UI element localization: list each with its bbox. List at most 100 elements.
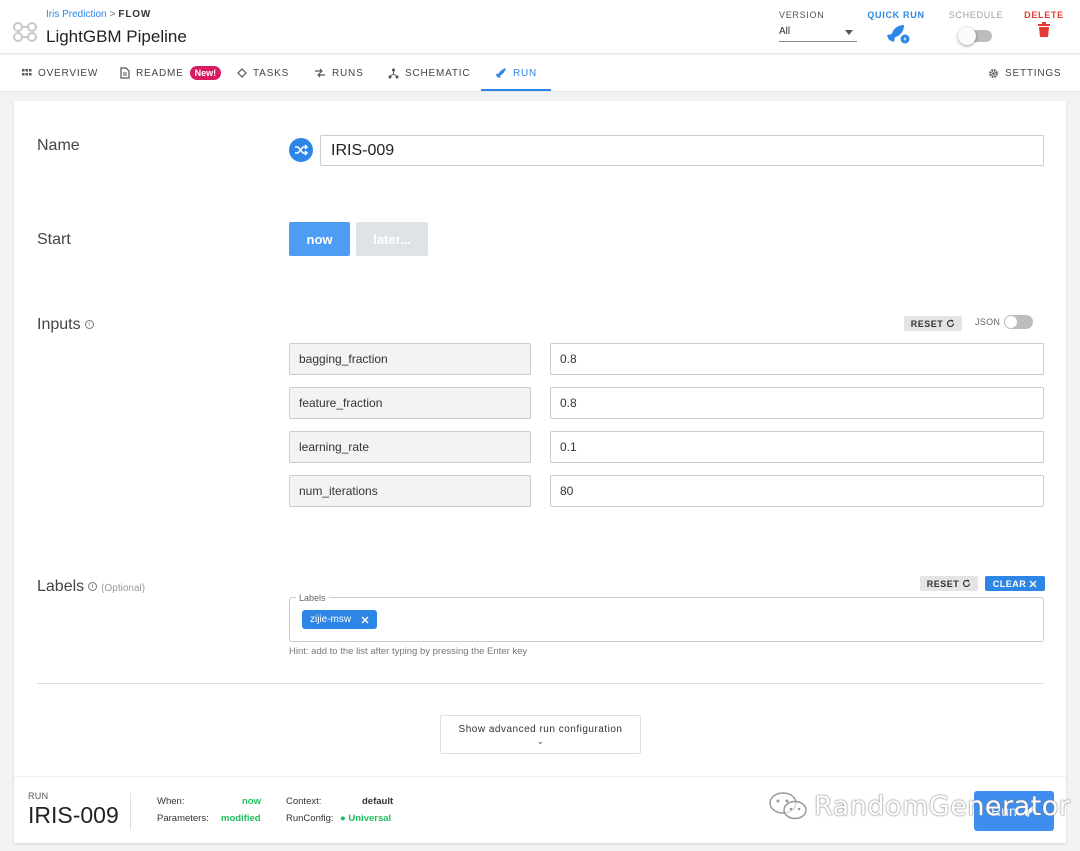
version-selector: VERSION All	[779, 10, 859, 42]
param-key-field: learning_rate	[289, 431, 531, 463]
tab-readme[interactable]: README New!	[120, 55, 222, 91]
tab-tasks[interactable]: TASKS	[237, 55, 289, 91]
tab-label: RUN	[513, 67, 538, 79]
toggle-knob	[958, 27, 976, 45]
reset-label: RESET	[910, 318, 944, 329]
version-label: VERSION	[779, 10, 825, 20]
tab-settings[interactable]: SETTINGS	[988, 55, 1061, 91]
runconfig-text: Universal	[348, 813, 392, 824]
close-icon	[1029, 580, 1037, 587]
inputs-label: Inputs	[37, 316, 81, 333]
labels-clear-button[interactable]: CLEAR	[985, 576, 1045, 591]
watermark-text: RandomGenerator	[814, 790, 1071, 822]
delete-label: DELETE	[1024, 10, 1064, 20]
inputs-heading: Inputs i	[37, 316, 94, 334]
refresh-icon	[963, 579, 971, 588]
tab-label: SCHEMATIC	[405, 67, 471, 79]
tab-runs[interactable]: RUNS	[314, 55, 364, 91]
schedule-control: SCHEDULE	[946, 10, 1006, 47]
footer-divider	[130, 793, 131, 830]
toggle-knob	[1005, 316, 1017, 328]
reset-label: RESET	[926, 578, 960, 589]
labels-hint: Hint: add to the list after typing by pr…	[289, 646, 528, 657]
flow-logo-icon	[13, 22, 37, 42]
tab-label: RUNS	[332, 67, 364, 79]
tab-run[interactable]: RUN	[495, 55, 537, 91]
json-label: JSON	[975, 317, 1001, 327]
schematic-icon	[388, 68, 399, 78]
start-later-button[interactable]: later...	[356, 222, 428, 256]
schedule-label: SCHEDULE	[948, 10, 1004, 20]
parameters-value: modified	[221, 813, 261, 824]
run-form-card: Name IRIS-009 Start now later... Inputs i…	[14, 101, 1066, 843]
parameters-label: Parameters:	[157, 813, 209, 824]
json-toggle[interactable]	[1004, 315, 1033, 329]
param-value-input[interactable]: 80	[550, 475, 1044, 507]
breadcrumb-current: FLOW	[118, 9, 152, 20]
random-name-button[interactable]	[289, 138, 313, 162]
advanced-config-toggle[interactable]: Show advanced run configuration ⌄	[440, 715, 641, 754]
tab-label: OVERVIEW	[38, 67, 99, 79]
labels-heading: Labels i (Optional)	[37, 578, 145, 596]
breadcrumb-link[interactable]: Iris Prediction	[46, 9, 107, 20]
schedule-toggle[interactable]	[958, 27, 992, 45]
run-caption: RUN	[28, 791, 49, 801]
info-icon[interactable]: i	[88, 582, 98, 592]
shuffle-icon	[295, 144, 308, 156]
caret-down-icon	[845, 30, 853, 35]
run-name-input[interactable]: IRIS-009	[320, 135, 1044, 166]
labels-legend: Labels	[296, 593, 329, 603]
tab-label: SETTINGS	[1005, 67, 1062, 79]
advanced-config-label: Show advanced run configuration	[458, 724, 623, 735]
name-label: Name	[37, 137, 80, 154]
labels-input[interactable]	[289, 597, 1044, 642]
tab-overview[interactable]: OVERVIEW	[22, 55, 98, 91]
version-value: All	[779, 26, 791, 37]
start-now-button[interactable]: now	[289, 222, 350, 256]
param-key-field: feature_fraction	[289, 387, 531, 419]
tab-label: README	[136, 67, 184, 79]
grid-icon	[22, 69, 32, 76]
tab-label: TASKS	[253, 67, 290, 79]
remove-chip-icon[interactable]	[361, 616, 369, 624]
tab-bar: OVERVIEW README New! TASKS RUNS SCHEMATI…	[0, 55, 1080, 92]
section-divider	[37, 683, 1044, 684]
delete-button[interactable]: DELETE	[1020, 10, 1068, 43]
runconfig-label: RunConfig:	[286, 813, 334, 824]
label-chip[interactable]: zijie-msw	[302, 610, 378, 629]
label-chip-text: zijie-msw	[310, 614, 352, 625]
labels-label: Labels	[37, 578, 85, 595]
context-label: Context:	[286, 796, 322, 807]
version-select[interactable]: All	[779, 24, 857, 42]
watermark: RandomGenerator	[768, 786, 1070, 826]
runconfig-value: ● Universal	[340, 813, 391, 824]
page-title: LightGBM Pipeline	[46, 27, 187, 46]
clear-label: CLEAR	[992, 578, 1027, 589]
param-value-input[interactable]: 0.8	[550, 343, 1044, 375]
param-key-field: bagging_fraction	[289, 343, 531, 375]
wechat-icon	[769, 792, 807, 820]
param-key-field: num_iterations	[289, 475, 531, 507]
param-value-input[interactable]: 0.8	[550, 387, 1044, 419]
when-label: When:	[157, 796, 185, 807]
runs-icon	[315, 68, 325, 78]
chevron-down-icon: ⌄	[536, 736, 545, 746]
quick-run-button[interactable]: QUICK RUN	[866, 10, 926, 50]
active-tab-indicator	[481, 89, 551, 91]
task-icon	[237, 68, 247, 78]
param-value-input[interactable]: 0.1	[550, 431, 1044, 463]
optional-hint: (Optional)	[101, 583, 146, 594]
when-value: now	[242, 796, 261, 807]
quick-run-label: QUICK RUN	[867, 10, 925, 20]
rocket-bolt-icon	[887, 25, 911, 45]
tab-schematic[interactable]: SCHEMATIC	[388, 55, 470, 91]
gear-icon	[989, 68, 998, 78]
inputs-reset-button[interactable]: RESET	[904, 316, 962, 331]
new-badge: New!	[189, 66, 222, 80]
refresh-icon	[947, 319, 955, 328]
labels-reset-button[interactable]: RESET	[920, 576, 978, 591]
globe-icon: ●	[340, 813, 346, 824]
info-icon[interactable]: i	[84, 320, 94, 330]
context-value: default	[362, 796, 394, 807]
app-header: Iris Prediction > FLOW LightGBM Pipeline V…	[0, 0, 1080, 54]
